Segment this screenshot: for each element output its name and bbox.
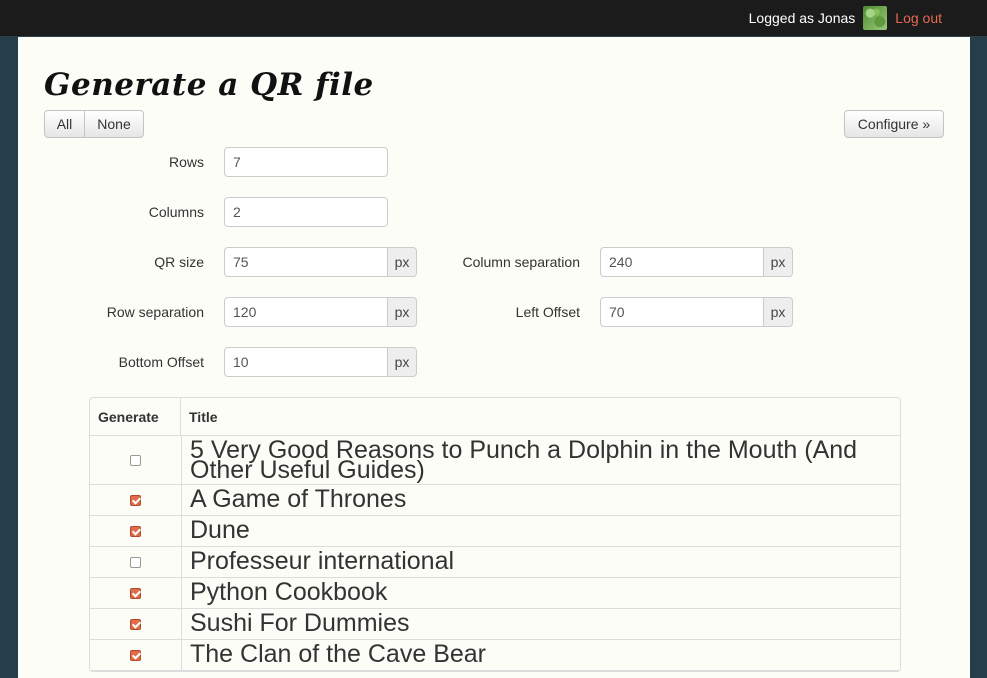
user-avatar [863,6,888,30]
generate-checkbox[interactable] [130,525,141,537]
books-table: Generate Title 5 Very Good Reasons to Pu… [89,397,901,672]
row-separation-input[interactable] [224,297,388,327]
table-row: 5 Very Good Reasons to Punch a Dolphin i… [90,436,900,485]
column-separation-unit: px [764,247,793,277]
table-row: Sushi For Dummies [90,609,900,640]
book-title: The Clan of the Cave Bear [190,640,486,668]
book-title: A Game of Thrones [190,485,407,513]
book-title: 5 Very Good Reasons to Punch a Dolphin i… [190,436,858,484]
generate-checkbox[interactable] [130,556,141,568]
book-title: Python Cookbook [190,578,388,606]
generate-cell [90,516,182,546]
table-row: The Clan of the Cave Bear [90,640,900,671]
table-row: Python Cookbook [90,578,900,609]
bottom-offset-label: Bottom Offset [118,354,204,370]
table-header: Generate Title [90,398,900,436]
book-title: Dune [190,516,250,544]
qr-size-input[interactable] [224,247,388,277]
column-separation-input[interactable] [600,247,764,277]
left-offset-input[interactable] [600,297,764,327]
header-title: Title [189,408,218,425]
column-separation-label: Column separation [462,254,580,270]
generate-checkbox[interactable] [130,454,141,466]
table-row: Professeur international [90,547,900,578]
bottom-offset-input[interactable] [224,347,388,377]
header-generate: Generate [90,398,181,435]
rows-input[interactable] [224,147,388,177]
left-offset-unit: px [764,297,793,327]
generate-cell [90,436,182,484]
generate-checkbox[interactable] [130,649,141,661]
generate-cell [90,547,182,577]
bottom-offset-unit: px [388,347,417,377]
table-body: 5 Very Good Reasons to Punch a Dolphin i… [90,436,900,671]
row-separation-label: Row separation [106,304,204,320]
columns-input[interactable] [224,197,388,227]
generate-cell [90,640,182,670]
generate-cell [90,485,182,515]
configure-button[interactable]: Configure » [844,110,944,138]
generate-cell [90,578,182,608]
generate-cell [90,609,182,639]
main-panel: Generate a QR file All None Configure » … [18,37,970,678]
generate-checkbox[interactable] [130,494,141,506]
left-offset-label: Left Offset [515,304,580,320]
rows-label: Rows [168,154,204,170]
select-all-button[interactable]: All [44,110,85,138]
page-title: Generate a QR file [44,67,374,103]
qr-size-label: QR size [154,254,204,270]
columns-label: Columns [148,204,204,220]
table-row: Dune [90,516,900,547]
logout-link[interactable]: Log out [895,10,942,26]
book-title: Professeur international [190,547,455,575]
user-info: Logged as Jonas Log out [749,6,942,30]
top-navbar: Logged as Jonas Log out [0,0,987,37]
table-row: A Game of Thrones [90,485,900,516]
book-title: Sushi For Dummies [190,609,410,637]
generate-checkbox[interactable] [130,587,141,599]
generate-checkbox[interactable] [130,618,141,630]
logged-as-text: Logged as Jonas [748,10,856,26]
select-none-button[interactable]: None [84,110,144,138]
